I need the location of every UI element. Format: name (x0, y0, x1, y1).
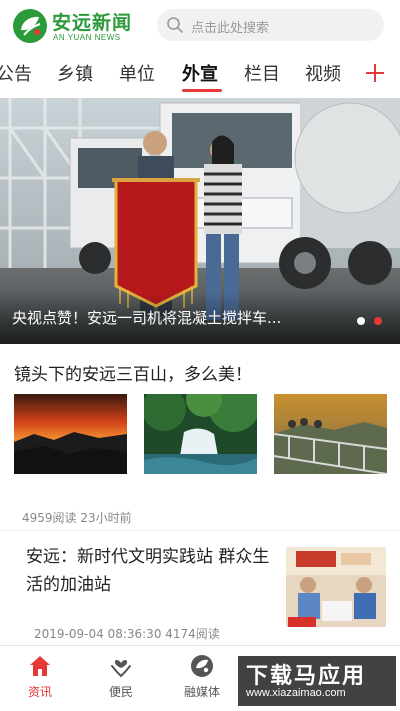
tab-units[interactable]: 单位 (119, 60, 155, 86)
gallery-image-waterfall[interactable] (144, 394, 257, 474)
app-logo[interactable]: 安远新闻 AN YUAN NEWS (12, 6, 142, 46)
watermark-url: www.xiazaimao.com (246, 687, 346, 699)
tab-announcements[interactable]: 公告 (0, 60, 32, 86)
active-tab-indicator (182, 89, 222, 92)
watermark-text: 下载马应用 (246, 664, 367, 689)
hands-heart-icon (111, 660, 131, 678)
carousel-dot[interactable] (357, 317, 365, 325)
tab-video[interactable]: 视频 (305, 60, 341, 86)
nav-label-news: 资讯 (27, 685, 52, 699)
nav-item-news[interactable]: 资讯 (0, 646, 80, 711)
nav-item-media[interactable]: 融媒体 (162, 646, 242, 711)
search-bar[interactable]: 点击此处搜索 (157, 9, 384, 41)
app-header: 安远新闻 AN YUAN NEWS 点击此处搜索 (0, 0, 400, 52)
leaf-logo-icon (191, 655, 213, 677)
home-icon (30, 656, 50, 676)
nav-item-services[interactable]: 便民 (81, 646, 161, 711)
tab-towns[interactable]: 乡镇 (57, 60, 93, 86)
gallery-title[interactable]: 镜头下的安远三百山，多么美！ (14, 360, 252, 385)
plus-icon[interactable] (358, 56, 392, 90)
divider (0, 530, 400, 531)
article-image[interactable] (286, 547, 386, 627)
tab-external-publicity[interactable]: 外宣 (182, 60, 218, 86)
article-title[interactable]: 安远：新时代文明实践站 群众生活的加油站 (26, 543, 276, 599)
search-icon (167, 17, 183, 33)
gallery-image-viewing-platform[interactable] (274, 394, 387, 474)
logo-leaf-icon (13, 9, 47, 43)
channel-tabs: 公告 乡镇 单位 外宣 栏目 视频 (0, 52, 400, 96)
nav-label-media: 融媒体 (183, 685, 220, 699)
watermark-overlay: 下载马应用 www.xiazaimao.com (238, 656, 396, 706)
banner-carousel[interactable]: 央视点赞！安远一司机将混凝土搅拌车... (0, 98, 400, 344)
tab-columns[interactable]: 栏目 (244, 60, 280, 86)
gallery-image-sunset-mountains[interactable] (14, 394, 127, 474)
search-placeholder: 点击此处搜索 (191, 21, 270, 36)
carousel-dot-active[interactable] (374, 317, 382, 325)
logo-text: 安远新闻 (52, 12, 133, 34)
logo-subtitle: AN YUAN NEWS (53, 33, 121, 42)
gallery-meta: 4959阅读 23小时前 (22, 511, 132, 525)
banner-caption[interactable]: 央视点赞！安远一司机将混凝土搅拌车... (12, 307, 332, 328)
nav-label-services: 便民 (108, 685, 133, 699)
article-meta: 2019-09-04 08:36:30 4174阅读 (34, 627, 220, 641)
